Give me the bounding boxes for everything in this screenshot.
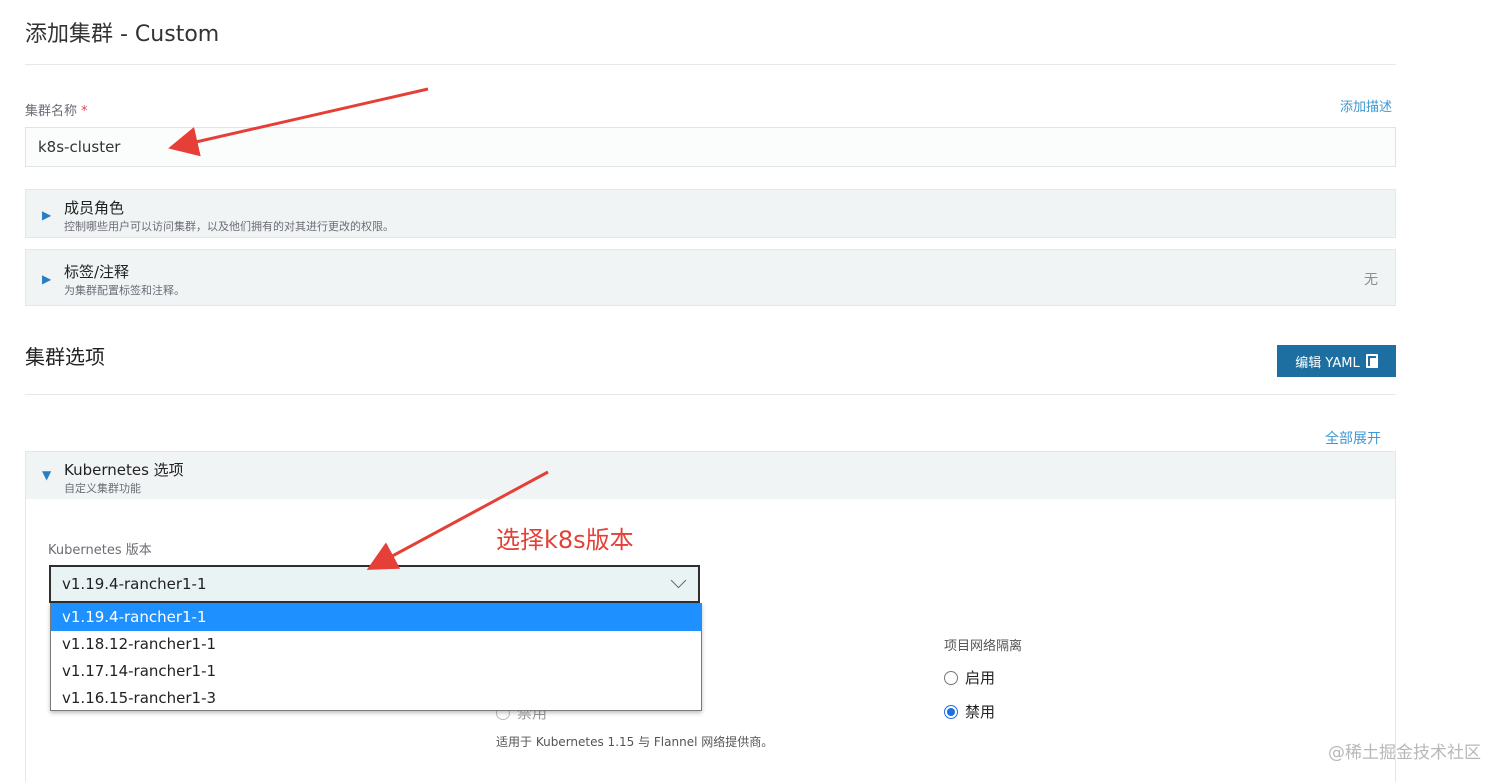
k8s-version-dropdown: v1.19.4-rancher1-1 v1.18.12-rancher1-1 v… — [50, 603, 702, 711]
version-option[interactable]: v1.16.15-rancher1-3 — [51, 685, 701, 712]
annotation-text: 选择k8s版本 — [496, 526, 634, 554]
annotation-arrow-name — [168, 87, 429, 157]
watermark: @稀土掘金技术社区 — [1328, 743, 1481, 763]
version-option[interactable]: v1.18.12-rancher1-1 — [51, 631, 701, 658]
version-option[interactable]: v1.17.14-rancher1-1 — [51, 658, 701, 685]
version-option[interactable]: v1.19.4-rancher1-1 — [51, 604, 701, 631]
